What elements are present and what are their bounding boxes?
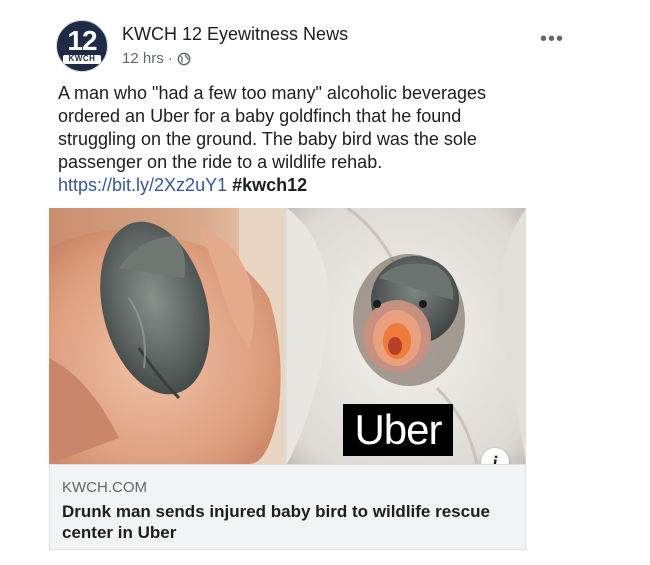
post-media[interactable]: Uber i [49,208,526,464]
post-message: A man who "had a few too many" alcoholic… [58,82,528,197]
page-name[interactable]: KWCH 12 Eyewitness News [122,24,348,45]
post-message-text: A man who "had a few too many" alcoholic… [58,83,487,172]
post-timestamp[interactable]: 12 hrs [122,50,164,67]
logo-number: 12 [67,25,97,56]
page-avatar[interactable]: 12 KWCH [56,20,108,72]
post-header: 12 KWCH KWCH 12 Eyewitness News 12 hrs ·… [56,16,563,72]
link-headline[interactable]: Drunk man sends injured baby bird to wil… [62,501,512,543]
post-meta: 12 hrs · [122,50,191,67]
logo-call-sign: KWCH [68,54,96,63]
link-preview-card[interactable]: KWCH.COM Drunk man sends injured baby bi… [49,464,526,550]
ellipsis-icon[interactable]: ••• [540,29,564,49]
meta-separator: · [167,50,173,67]
uber-logo-overlay: Uber [343,404,453,456]
hand-holding-bird-image [49,208,285,464]
facebook-post: 12 KWCH KWCH 12 Eyewitness News 12 hrs ·… [0,0,650,565]
globe-icon [177,52,191,65]
link-domain: KWCH.COM [62,479,147,496]
post-hashtag[interactable]: #kwch12 [232,175,307,195]
post-link[interactable]: https://bit.ly/2Xz2uY1 [58,175,227,195]
